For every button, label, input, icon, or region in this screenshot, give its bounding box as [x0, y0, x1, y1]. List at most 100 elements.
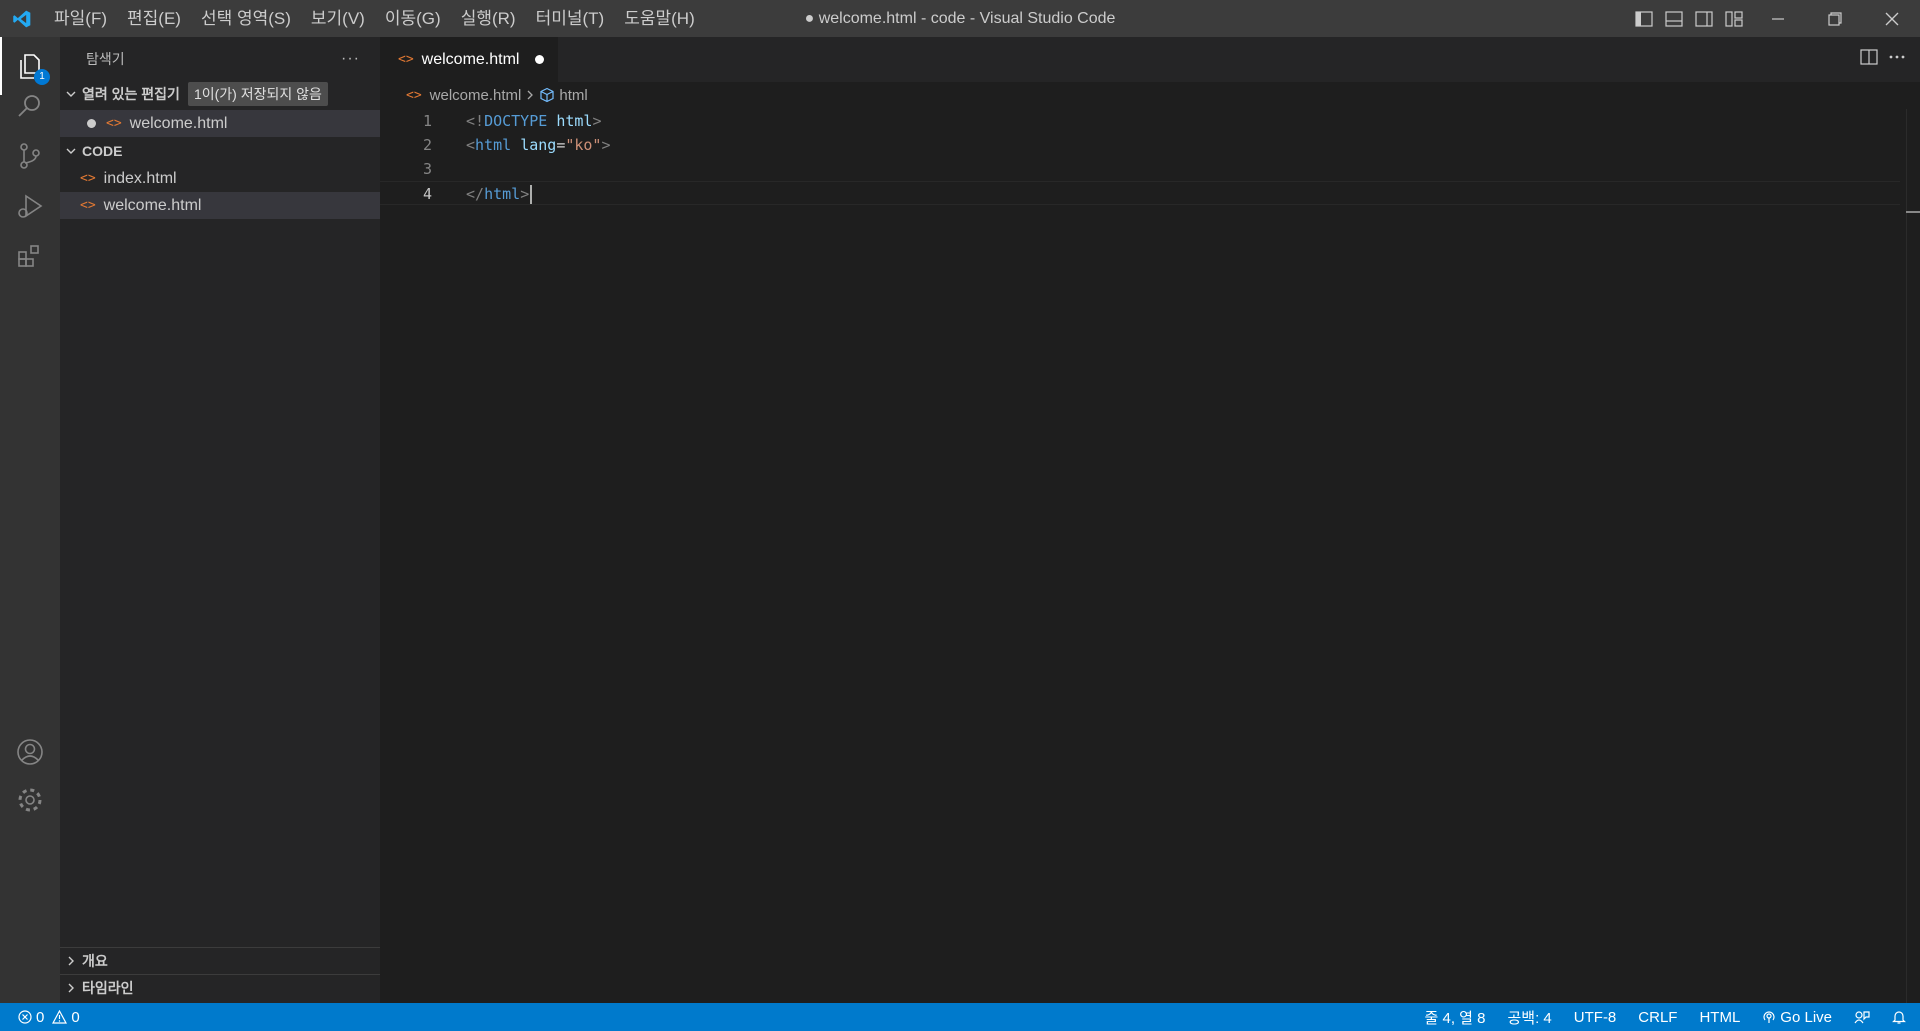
extensions-icon[interactable] [0, 227, 60, 285]
outline-section[interactable]: 개요 [60, 947, 380, 973]
workspace-label: CODE [82, 143, 123, 159]
tab-bar: <> welcome.html [380, 37, 1920, 82]
menu-help[interactable]: 도움말(H) [614, 0, 705, 37]
cursor-position[interactable]: 줄 4, 열 8 [1425, 1007, 1486, 1028]
scroll-cursor-marker [1906, 211, 1920, 213]
go-live-button[interactable]: Go Live [1762, 1009, 1832, 1026]
line-number: 1 [422, 112, 432, 130]
settings-gear-icon[interactable] [0, 771, 60, 829]
error-count: 0 [36, 1008, 45, 1026]
notifications-bell-icon[interactable] [1892, 1010, 1906, 1024]
menu-edit[interactable]: 편집(E) [117, 0, 191, 37]
warning-icon [52, 1010, 68, 1024]
html-file-icon: <> [80, 198, 96, 213]
explorer-sidebar: 탐색기 ··· 열려 있는 편집기 1이(가) 저장되지 않음 <> welco… [60, 37, 380, 1003]
timeline-section[interactable]: 타임라인 [60, 974, 380, 1000]
menu-selection[interactable]: 선택 영역(S) [191, 0, 301, 37]
more-actions-icon[interactable]: ··· [341, 50, 360, 68]
menu-file[interactable]: 파일(F) [44, 0, 117, 37]
code-token: < [466, 136, 476, 154]
code-token: > [592, 112, 602, 130]
chevron-right-icon [525, 89, 535, 101]
breadcrumb-symbol[interactable]: html [559, 87, 587, 104]
unsaved-dot-icon[interactable] [535, 55, 545, 64]
tab-welcome-html[interactable]: <> welcome.html [380, 37, 558, 82]
title-bar: 파일(F) 편집(E) 선택 영역(S) 보기(V) 이동(G) 실행(R) 터… [0, 0, 1920, 37]
file-name: welcome.html [129, 114, 228, 132]
unsaved-badge: 1이(가) 저장되지 않음 [187, 82, 328, 106]
customize-layout-icon[interactable] [1719, 0, 1749, 37]
chevron-right-icon [60, 982, 82, 994]
editor-area: <> welcome.html <> welcome.html html 1 <… [380, 37, 1920, 1003]
vertical-scrollbar[interactable] [1906, 109, 1920, 1003]
close-window-icon[interactable] [1863, 0, 1920, 37]
end-of-line[interactable]: CRLF [1638, 1009, 1677, 1026]
timeline-label: 타임라인 [82, 979, 134, 996]
warning-count: 0 [71, 1008, 80, 1026]
title-controls [1629, 0, 1920, 37]
feedback-icon[interactable] [1854, 1010, 1870, 1024]
vscode-logo-icon [0, 0, 44, 37]
language-mode[interactable]: HTML [1699, 1009, 1740, 1026]
restore-icon[interactable] [1806, 0, 1863, 37]
menu-terminal[interactable]: 터미널(T) [526, 0, 615, 37]
chevron-right-icon [60, 955, 82, 967]
toggle-primary-sidebar-icon[interactable] [1629, 0, 1659, 37]
workspace-section[interactable]: CODE [60, 137, 380, 165]
text-cursor [530, 185, 533, 204]
code-line: 2 <html lang="ko"> [380, 133, 1900, 157]
file-name: index.html [103, 169, 177, 187]
code-token: html [484, 185, 521, 203]
minimize-icon[interactable] [1749, 0, 1806, 37]
code-token: > [520, 185, 530, 203]
code-token: <! [466, 112, 485, 130]
broadcast-icon [1763, 1011, 1775, 1023]
line-number: 2 [422, 136, 432, 154]
unsaved-dot-icon[interactable] [60, 119, 96, 128]
file-item[interactable]: <> welcome.html [60, 192, 380, 219]
toggle-panel-icon[interactable] [1659, 0, 1689, 37]
code-line: 1 <!DOCTYPE html> [380, 109, 1900, 133]
chevron-down-icon [60, 88, 82, 100]
file-item[interactable]: <> index.html [60, 165, 380, 192]
explorer-title: 탐색기 [86, 51, 125, 67]
file-name: welcome.html [103, 196, 202, 214]
code-token: lang [520, 136, 557, 154]
code-token: = [556, 136, 566, 154]
code-token: "ko" [565, 136, 602, 154]
split-editor-icon[interactable] [1860, 49, 1878, 70]
html-file-icon: <> [398, 52, 414, 67]
code-line: 3 [380, 157, 1900, 181]
menu-go[interactable]: 이동(G) [375, 0, 451, 37]
menu-run[interactable]: 실행(R) [451, 0, 526, 37]
breadcrumb-file[interactable]: welcome.html [430, 87, 522, 104]
code-editor[interactable]: 1 <!DOCTYPE html> 2 <html lang="ko"> 3 4… [380, 109, 1900, 205]
problems-indicator[interactable]: 0 0 [0, 1009, 80, 1026]
menu-view[interactable]: 보기(V) [301, 0, 375, 37]
line-text: <!DOCTYPE html> [466, 109, 601, 133]
open-editor-item[interactable]: <> welcome.html [60, 110, 380, 137]
status-right: 줄 4, 열 8 공백: 4 UTF-8 CRLF HTML Go Live [1425, 1003, 1906, 1031]
html-file-icon: <> [406, 87, 422, 103]
error-icon [18, 1010, 32, 1024]
line-text: <html lang="ko"> [466, 133, 611, 157]
code-token: html [475, 136, 512, 154]
line-text: </html> [466, 182, 533, 206]
status-bar: 0 0 줄 4, 열 8 공백: 4 UTF-8 CRLF HTML Go Li… [0, 1003, 1920, 1031]
editor-actions [1860, 37, 1906, 82]
tab-label: welcome.html [421, 50, 520, 68]
more-actions-icon[interactable] [1888, 49, 1906, 70]
explorer-header: 탐색기 ··· [60, 37, 380, 81]
menu-bar: 파일(F) 편집(E) 선택 영역(S) 보기(V) 이동(G) 실행(R) 터… [44, 0, 705, 37]
toggle-secondary-sidebar-icon[interactable] [1689, 0, 1719, 37]
code-line-current: 4 </html> [380, 181, 1900, 205]
indentation[interactable]: 공백: 4 [1508, 1007, 1552, 1028]
html-file-icon: <> [106, 116, 122, 131]
code-token: </ [466, 185, 485, 203]
go-live-label: Go Live [1780, 1008, 1832, 1026]
open-editors-section[interactable]: 열려 있는 편집기 1이(가) 저장되지 않음 [60, 81, 380, 107]
symbol-cube-icon [539, 87, 555, 103]
encoding[interactable]: UTF-8 [1574, 1009, 1617, 1026]
html-file-icon: <> [80, 171, 96, 186]
